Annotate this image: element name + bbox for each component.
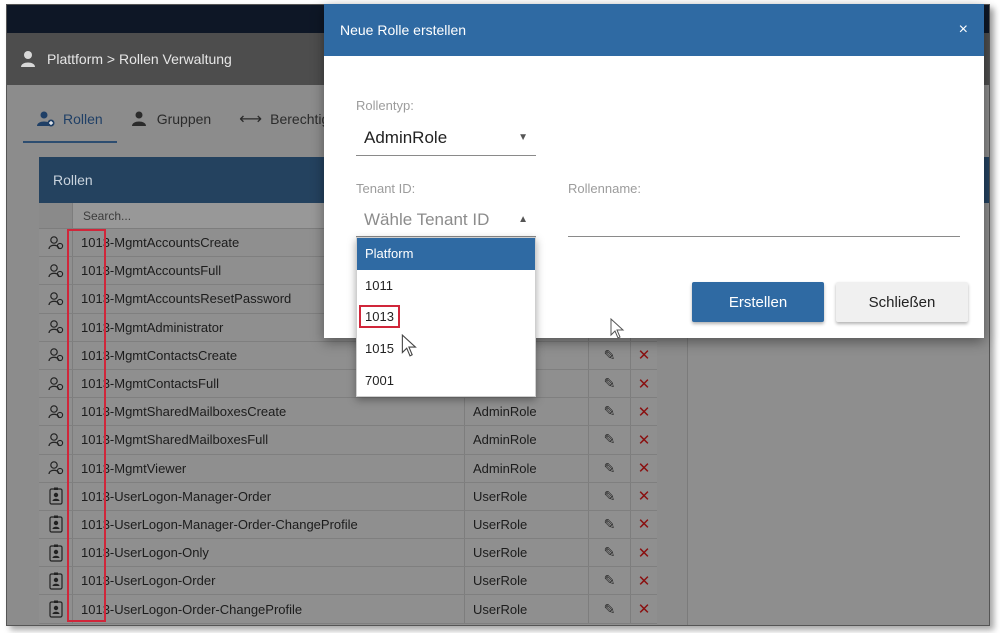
role-name: 1013-UserLogon-Order [73, 567, 465, 595]
close-button[interactable]: Schließen [836, 282, 968, 322]
role-name: 1013-UserLogon-Only [73, 539, 465, 567]
role-type: AdminRole [465, 426, 589, 454]
dropdown-option[interactable]: 1015 [357, 333, 535, 365]
edit-icon[interactable]: ✎ [589, 595, 631, 623]
role-type: AdminRole [465, 398, 589, 426]
close-icon[interactable]: × [959, 21, 968, 39]
user-add-icon [37, 111, 55, 127]
delete-icon[interactable]: ✕ [631, 595, 657, 622]
dropdown-option-label: Platform [365, 246, 414, 262]
table-row[interactable]: 1013-MgmtSharedMailboxesCreate AdminRole ✎… [39, 398, 657, 427]
table-row[interactable]: 1013-MgmtContactsCreate ✎ ✕ [39, 341, 657, 370]
dropdown-option-label: 1015 [365, 341, 394, 357]
tenant-id-placeholder: Wähle Tenant ID [364, 209, 490, 229]
edit-icon[interactable]: ✎ [589, 426, 631, 454]
role-name: 1013-UserLogon-Manager-Order-ChangeProfi… [73, 510, 465, 539]
role-type: UserRole [465, 482, 589, 510]
user-group-icon [39, 454, 73, 482]
dialog-header: Neue Rolle erstellen × [324, 4, 984, 56]
role-type: AdminRole [465, 454, 589, 482]
id-badge-icon [39, 595, 73, 623]
tenant-id-select[interactable]: Wähle Tenant ID ▲ [356, 203, 536, 237]
rollenname-input[interactable] [568, 203, 960, 237]
caret-up-icon: ▲ [518, 214, 528, 225]
table-row[interactable]: 1013-UserLogon-Manager-Order UserRole ✎ ✕ [39, 482, 657, 511]
tab-gruppen[interactable]: Gruppen [117, 97, 225, 143]
edit-icon[interactable]: ✎ [589, 369, 631, 398]
dialog-title: Neue Rolle erstellen [340, 22, 467, 38]
tenant-id-label: Tenant ID: [356, 181, 416, 196]
breadcrumb: Plattform > Rollen Verwaltung [47, 51, 232, 67]
user-group-icon [39, 313, 73, 341]
id-badge-icon [39, 567, 73, 595]
mouse-pointer-icon [610, 318, 625, 339]
rollentyp-value: AdminRole [364, 127, 448, 147]
table-row[interactable]: 1013-MgmtViewer AdminRole ✎ ✕ [39, 454, 657, 483]
edit-icon[interactable]: ✎ [589, 482, 631, 510]
rollenname-label: Rollenname: [568, 181, 641, 196]
edit-icon[interactable]: ✎ [589, 398, 631, 426]
delete-icon[interactable]: ✕ [631, 370, 657, 397]
edit-icon[interactable]: ✎ [589, 341, 631, 369]
dropdown-option-label: 1011 [365, 277, 393, 293]
role-name: 1013-MgmtSharedMailboxesCreate [73, 398, 465, 426]
delete-icon[interactable]: ✕ [631, 426, 657, 453]
tab-rollen[interactable]: Rollen [23, 97, 117, 143]
dropdown-option-label: 7001 [365, 372, 394, 388]
user-group-icon [39, 369, 73, 398]
create-button[interactable]: Erstellen [692, 282, 824, 322]
edit-icon[interactable]: ✎ [589, 539, 631, 567]
role-name: 1013-UserLogon-Order-ChangeProfile [73, 595, 465, 623]
edit-icon[interactable]: ✎ [589, 567, 631, 595]
delete-icon[interactable]: ✕ [631, 455, 657, 482]
edit-icon[interactable]: ✎ [589, 510, 631, 539]
delete-icon[interactable]: ✕ [631, 567, 657, 594]
user-group-icon [39, 341, 73, 369]
caret-down-icon: ▼ [518, 132, 528, 143]
user-group-icon [39, 229, 73, 257]
role-name: 1013-UserLogon-Manager-Order [73, 482, 465, 510]
id-badge-icon [39, 482, 73, 510]
role-name: 1013-MgmtViewer [73, 454, 465, 482]
dropdown-option[interactable]: 1011 [357, 270, 535, 302]
users-icon [131, 111, 149, 127]
table-row[interactable]: 1013-MgmtContactsFull ✎ ✕ [39, 369, 657, 399]
table-row[interactable]: 1013-UserLogon-Order-ChangeProfile UserRo… [39, 595, 657, 624]
dropdown-option[interactable]: Platform [357, 238, 535, 270]
dropdown-option[interactable]: 1013 [357, 301, 535, 333]
delete-icon[interactable]: ✕ [631, 342, 657, 369]
user-settings-icon [19, 49, 39, 69]
delete-icon[interactable]: ✕ [631, 539, 657, 566]
search-gutter [39, 203, 73, 228]
role-type: UserRole [465, 595, 589, 623]
table-row[interactable]: 1013-UserLogon-Order UserRole ✎ ✕ [39, 567, 657, 596]
dropdown-option[interactable]: 7001 [357, 364, 535, 396]
edit-icon[interactable]: ✎ [589, 454, 631, 482]
role-name: 1013-MgmtSharedMailboxesFull [73, 426, 465, 454]
table-row[interactable]: 1013-MgmtSharedMailboxesFull AdminRole ✎ ✕ [39, 426, 657, 455]
id-badge-icon [39, 510, 73, 539]
role-type: UserRole [465, 510, 589, 539]
arrows-horizontal-icon: ⟷ [239, 111, 263, 128]
id-badge-icon [39, 539, 73, 567]
table-row[interactable]: 1013-UserLogon-Manager-Order-ChangeProfi… [39, 510, 657, 540]
role-type: UserRole [465, 567, 589, 595]
delete-icon[interactable]: ✕ [631, 398, 657, 425]
rollentyp-label: Rollentyp: [356, 98, 414, 113]
user-group-icon [39, 285, 73, 313]
table-row[interactable]: 1013-UserLogon-Only UserRole ✎ ✕ [39, 539, 657, 568]
tenant-id-dropdown: Platform 1011 1013 1015 7001 [356, 237, 536, 397]
rollentyp-select[interactable]: AdminRole ▼ [356, 120, 536, 156]
delete-icon[interactable]: ✕ [631, 511, 657, 538]
user-group-icon [39, 257, 73, 285]
mouse-pointer-icon [401, 334, 417, 357]
delete-icon[interactable]: ✕ [631, 483, 657, 510]
user-group-icon [39, 398, 73, 426]
dropdown-option-label: 1013 [359, 305, 400, 329]
tab-label: Gruppen [156, 111, 212, 127]
tab-label: Rollen [63, 111, 103, 127]
role-type: UserRole [465, 539, 589, 567]
user-group-icon [39, 426, 73, 454]
